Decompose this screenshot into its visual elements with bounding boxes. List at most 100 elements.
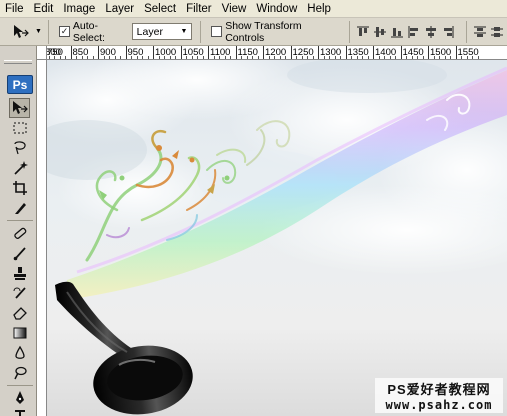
ruler-minor-tick xyxy=(307,56,308,59)
ruler-minor-tick xyxy=(92,56,94,59)
ruler-minor-tick xyxy=(378,56,380,59)
type-tool-icon xyxy=(14,410,25,416)
menu-help[interactable]: Help xyxy=(302,0,336,18)
history-brush-tool-icon xyxy=(13,287,26,299)
move-tool-button[interactable] xyxy=(9,98,30,118)
ruler-minor-tick xyxy=(230,56,231,59)
distribute-buttons xyxy=(473,25,507,39)
ruler-minor-tick xyxy=(439,56,440,59)
lasso-tool-button[interactable] xyxy=(9,138,30,158)
tool-preset-picker[interactable]: ▼ xyxy=(6,19,50,44)
ruler-minor-tick xyxy=(296,56,297,59)
ruler-minor-tick xyxy=(395,56,396,59)
ruler-minor-tick xyxy=(120,56,121,59)
brush-tool-button[interactable] xyxy=(9,243,30,263)
align-buttons xyxy=(356,25,458,39)
check-icon: ✓ xyxy=(60,26,69,36)
ruler-minor-tick xyxy=(197,56,198,59)
ruler-minor-tick xyxy=(417,56,418,59)
chevron-down-icon: ▼ xyxy=(35,28,42,35)
document-canvas[interactable]: PS爱好者教程网 www.psahz.com xyxy=(47,60,507,416)
ruler-label: 850 xyxy=(72,47,89,58)
ruler-minor-tick xyxy=(389,56,391,59)
ruler-minor-tick xyxy=(323,56,325,59)
pen-tool-button[interactable] xyxy=(9,388,30,408)
divider xyxy=(349,20,351,43)
photoshop-logo[interactable]: Ps xyxy=(7,75,33,94)
auto-select-checkbox[interactable]: ✓ xyxy=(59,26,70,37)
slice-tool-button[interactable] xyxy=(9,198,30,218)
menu-image[interactable]: Image xyxy=(58,0,100,18)
watermark-url: www.psahz.com xyxy=(385,398,493,412)
menu-filter[interactable]: Filter xyxy=(181,0,217,18)
menu-view[interactable]: View xyxy=(217,0,252,18)
menu-bar: File Edit Image Layer Select Filter View… xyxy=(0,0,507,18)
align-horizontal-center-icon[interactable] xyxy=(424,25,438,39)
healing-brush-tool-button[interactable] xyxy=(9,223,30,243)
menu-edit[interactable]: Edit xyxy=(29,0,59,18)
ruler-minor-tick xyxy=(54,56,55,59)
ruler-minor-tick xyxy=(411,56,413,59)
align-vertical-center-icon[interactable] xyxy=(373,25,387,39)
ruler-corner[interactable] xyxy=(37,46,47,60)
magic-wand-tool-button[interactable] xyxy=(9,158,30,178)
auto-select-group: ✓ Auto-Select: Layer ▼ xyxy=(59,19,193,44)
blur-tool-button[interactable] xyxy=(9,343,30,363)
menu-select[interactable]: Select xyxy=(139,0,181,18)
toolbox-grip[interactable] xyxy=(4,60,32,64)
align-right-icon[interactable] xyxy=(441,25,455,39)
align-bottom-icon[interactable] xyxy=(390,25,404,39)
ruler-minor-tick xyxy=(274,56,275,59)
ruler-minor-tick xyxy=(444,56,446,59)
ruler-minor-tick xyxy=(252,56,253,59)
magic-wand-tool-icon xyxy=(13,161,28,175)
clone-stamp-tool-button[interactable] xyxy=(9,263,30,283)
gradient-tool-icon xyxy=(13,327,26,339)
lasso-tool-icon xyxy=(13,141,26,155)
horizontal-ruler[interactable]: 750 800 850 900 950 1000 1050 1100 1150 1200 1250… xyxy=(37,46,507,60)
gradient-tool-button[interactable] xyxy=(9,323,30,343)
align-top-icon[interactable] xyxy=(356,25,370,39)
ruler-minor-tick xyxy=(219,56,220,59)
ruler-minor-tick xyxy=(241,56,242,59)
ruler-label: 950 xyxy=(127,47,144,58)
auto-select-dropdown[interactable]: Layer ▼ xyxy=(131,23,193,40)
history-brush-tool-button[interactable] xyxy=(9,283,30,303)
ruler-minor-tick xyxy=(103,56,105,59)
artwork xyxy=(47,60,507,415)
marquee-tool-button[interactable] xyxy=(9,118,30,138)
pen-tool-icon xyxy=(15,391,24,404)
ruler-minor-tick xyxy=(175,56,176,59)
toolbox: Ps xyxy=(0,46,37,416)
ruler-minor-tick xyxy=(362,56,363,59)
ruler-minor-tick xyxy=(136,56,138,59)
menu-layer[interactable]: Layer xyxy=(100,0,139,18)
transform-controls-checkbox[interactable] xyxy=(211,26,223,37)
auto-select-label: Auto-Select: xyxy=(72,19,105,44)
align-left-icon[interactable] xyxy=(407,25,421,39)
ruler-minor-tick xyxy=(76,56,77,59)
ruler-minor-tick xyxy=(164,56,165,59)
distribute-center-icon[interactable] xyxy=(490,25,504,39)
crop-tool-button[interactable] xyxy=(9,178,30,198)
ruler-minor-tick xyxy=(213,56,215,59)
vertical-ruler[interactable] xyxy=(37,60,47,416)
ruler-minor-tick xyxy=(169,56,171,59)
black-glass-shape xyxy=(55,281,193,415)
type-tool-button[interactable] xyxy=(9,406,30,416)
ruler-minor-tick xyxy=(147,56,149,59)
distribute-top-icon[interactable] xyxy=(473,25,487,39)
dodge-tool-button[interactable] xyxy=(9,363,30,383)
eraser-tool-button[interactable] xyxy=(9,303,30,323)
ruler-minor-tick xyxy=(461,56,462,59)
divider xyxy=(200,20,202,43)
divider xyxy=(7,220,33,221)
ruler-minor-tick xyxy=(246,56,248,59)
ruler-minor-tick xyxy=(224,56,226,59)
menu-file[interactable]: File xyxy=(0,0,29,18)
ruler-minor-tick xyxy=(450,56,451,59)
ruler-label: 900 xyxy=(100,47,116,58)
ruler-minor-tick xyxy=(329,56,330,59)
menu-window[interactable]: Window xyxy=(251,0,302,18)
ruler-minor-tick xyxy=(109,56,110,59)
